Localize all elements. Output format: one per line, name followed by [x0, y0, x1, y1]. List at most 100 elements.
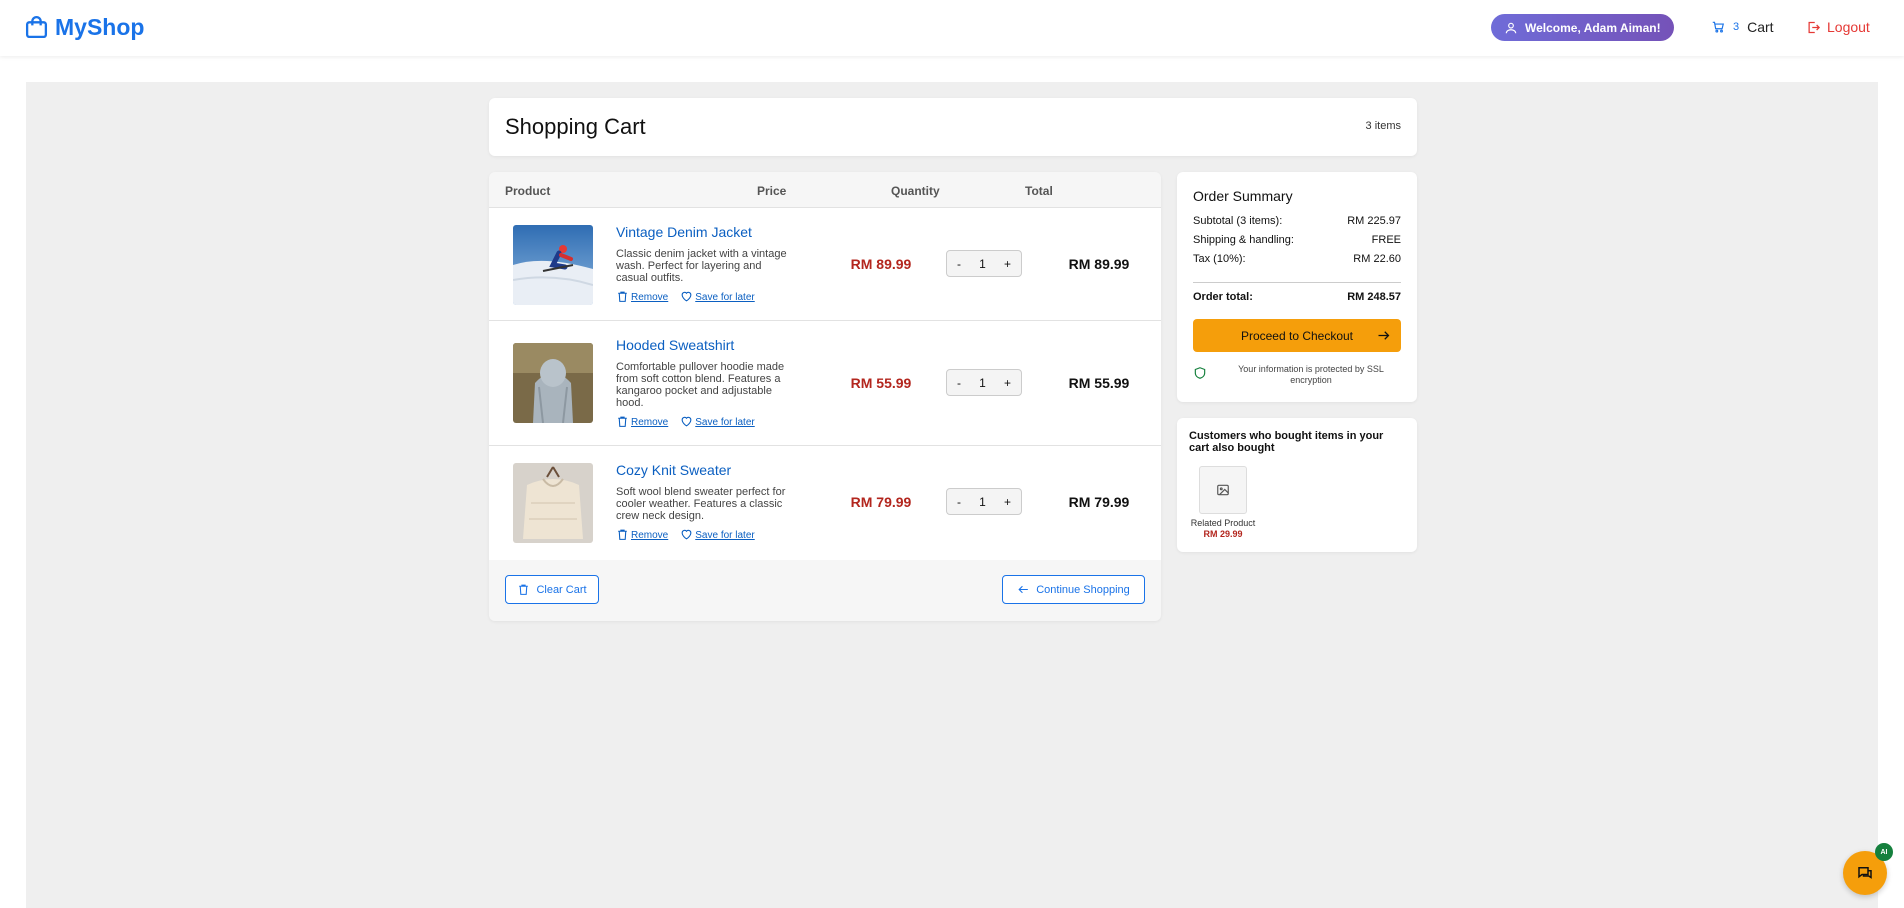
- brand-name: MyShop: [55, 14, 145, 40]
- decrease-quantity-button[interactable]: -: [957, 257, 961, 271]
- subtotal-value: RM 225.97: [1347, 215, 1401, 227]
- trash-icon: [618, 416, 627, 427]
- save-for-later-button[interactable]: Save for later: [680, 415, 755, 428]
- hoodie-photo-icon: [513, 343, 593, 423]
- quantity-stepper: - 1 +: [946, 488, 1022, 515]
- logout-icon: [1808, 21, 1821, 33]
- order-total-line: Order total: RM 248.57: [1193, 291, 1401, 303]
- product-name-link[interactable]: Vintage Denim Jacket: [616, 224, 752, 240]
- line-total: RM 55.99: [1068, 375, 1130, 391]
- product-name-link[interactable]: Hooded Sweatshirt: [616, 337, 734, 353]
- shipping-line: Shipping & handling: FREE: [1193, 234, 1401, 246]
- product-image-sweater[interactable]: [513, 463, 593, 543]
- decrease-quantity-button[interactable]: -: [957, 495, 961, 509]
- shipping-label: Shipping & handling:: [1193, 234, 1294, 246]
- save-for-later-label: Save for later: [695, 292, 755, 303]
- shield-icon: [1194, 367, 1206, 379]
- cart-nav-link[interactable]: 3 Cart: [1711, 19, 1774, 35]
- product-name-link[interactable]: Cozy Knit Sweater: [616, 462, 731, 478]
- shopping-bag-icon: [25, 15, 48, 39]
- product-description: Soft wool blend sweater perfect for cool…: [616, 486, 786, 522]
- quantity-value: 1: [979, 375, 986, 390]
- order-summary-title: Order Summary: [1193, 188, 1293, 204]
- order-summary-card: Order Summary Subtotal (3 items): RM 225…: [1177, 172, 1417, 402]
- product-description: Comfortable pullover hoodie made from so…: [616, 361, 785, 409]
- line-total: RM 89.99: [1068, 256, 1130, 272]
- related-product-image[interactable]: [1199, 466, 1247, 514]
- unit-price: RM 79.99: [850, 494, 912, 510]
- tax-value: RM 22.60: [1353, 253, 1401, 265]
- related-product-name[interactable]: Related Product: [1177, 518, 1269, 528]
- clear-cart-label: Clear Cart: [536, 583, 587, 596]
- save-for-later-button[interactable]: Save for later: [680, 528, 755, 541]
- save-for-later-label: Save for later: [695, 417, 755, 428]
- sweater-photo-icon: [513, 463, 593, 543]
- decrease-quantity-button[interactable]: -: [957, 376, 961, 390]
- increase-quantity-button[interactable]: +: [1004, 495, 1011, 509]
- ai-badge: AI: [1875, 843, 1893, 861]
- quantity-value: 1: [979, 256, 986, 271]
- continue-shopping-button[interactable]: Continue Shopping: [1002, 575, 1145, 604]
- product-image-hoodie[interactable]: [513, 343, 593, 423]
- trash-icon: [618, 529, 627, 540]
- remove-button[interactable]: Remove: [616, 290, 668, 303]
- cart-row-hooded-sweatshirt: Hooded Sweatshirt Comfortable pullover h…: [489, 321, 1161, 446]
- cart-count: 3: [1733, 21, 1740, 33]
- row-actions: Remove Save for later: [616, 528, 755, 541]
- product-image-skier[interactable]: [513, 225, 593, 305]
- remove-button[interactable]: Remove: [616, 415, 668, 428]
- quantity-value: 1: [979, 494, 986, 509]
- cart-label: Cart: [1747, 19, 1774, 35]
- ssl-notice: Your information is protected by SSL enc…: [1238, 364, 1384, 385]
- proceed-to-checkout-button[interactable]: Proceed to Checkout: [1193, 319, 1401, 352]
- increase-quantity-button[interactable]: +: [1004, 257, 1011, 271]
- subtotal-label: Subtotal (3 items):: [1193, 215, 1283, 227]
- top-navigation-bar: MyShop Welcome, Adam Aiman! 3 Cart Logou…: [0, 0, 1904, 56]
- increase-quantity-button[interactable]: +: [1004, 376, 1011, 390]
- brand-logo-link[interactable]: MyShop: [24, 14, 144, 41]
- summary-divider: [1193, 282, 1401, 283]
- logout-label: Logout: [1827, 19, 1870, 35]
- tax-line: Tax (10%): RM 22.60: [1193, 253, 1401, 265]
- column-header-product: Product: [505, 184, 551, 198]
- cart-row-cozy-knit-sweater: Cozy Knit Sweater Soft wool blend sweate…: [489, 446, 1161, 560]
- shipping-value: FREE: [1371, 234, 1401, 246]
- welcome-badge: Welcome, Adam Aiman!: [1491, 14, 1674, 41]
- user-icon: [1505, 22, 1517, 33]
- remove-button[interactable]: Remove: [616, 528, 668, 541]
- row-actions: Remove Save for later: [616, 415, 755, 428]
- checkout-label: Proceed to Checkout: [1240, 328, 1354, 343]
- save-for-later-label: Save for later: [695, 530, 755, 541]
- quantity-stepper: - 1 +: [946, 369, 1022, 396]
- related-products-title: Customers who bought items in your cart …: [1189, 430, 1384, 454]
- order-total-label: Order total:: [1193, 291, 1253, 303]
- arrow-left-icon: [1018, 585, 1029, 594]
- product-description: Classic denim jacket with a vintage wash…: [616, 248, 787, 284]
- cart-table-header: Product Price Quantity Total: [489, 172, 1161, 208]
- related-products-card: Customers who bought items in your cart …: [1177, 418, 1417, 552]
- remove-label: Remove: [631, 292, 669, 303]
- column-header-quantity: Quantity: [891, 184, 940, 198]
- cart-row-vintage-denim-jacket: Vintage Denim Jacket Classic denim jacke…: [489, 208, 1161, 321]
- trash-icon: [519, 584, 529, 595]
- item-count: 3 items: [1365, 120, 1401, 132]
- logout-link[interactable]: Logout: [1806, 19, 1870, 35]
- welcome-text: Welcome, Adam Aiman!: [1525, 20, 1661, 35]
- arrow-right-icon: [1378, 331, 1390, 340]
- save-for-later-button[interactable]: Save for later: [680, 290, 755, 303]
- heart-icon: [681, 416, 692, 427]
- image-placeholder-icon: [1217, 484, 1229, 496]
- heart-icon: [681, 291, 692, 302]
- column-header-total: Total: [1025, 184, 1053, 198]
- subtotal-line: Subtotal (3 items): RM 225.97: [1193, 215, 1401, 227]
- skier-photo-icon: [513, 225, 593, 305]
- trash-icon: [618, 291, 627, 302]
- continue-shopping-label: Continue Shopping: [1036, 583, 1130, 596]
- quantity-stepper: - 1 +: [946, 250, 1022, 277]
- clear-cart-button[interactable]: Clear Cart: [505, 575, 599, 604]
- column-header-price: Price: [757, 184, 787, 198]
- order-total-value: RM 248.57: [1347, 291, 1401, 303]
- heart-icon: [681, 529, 692, 540]
- unit-price: RM 55.99: [850, 375, 912, 391]
- row-actions: Remove Save for later: [616, 290, 755, 303]
